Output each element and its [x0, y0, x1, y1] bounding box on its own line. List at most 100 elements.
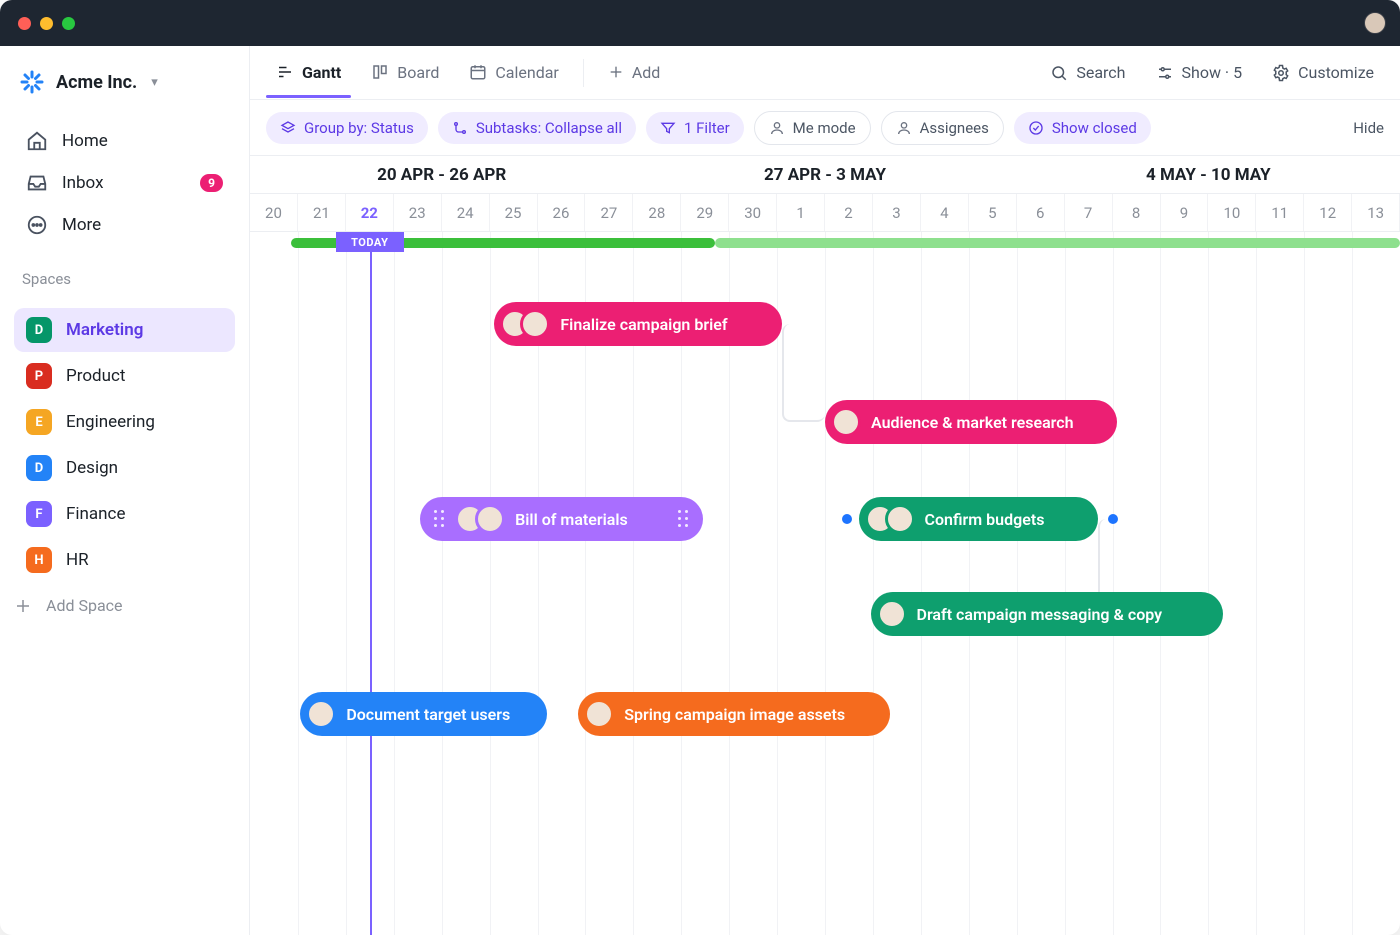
dependency-endpoint-icon[interactable] [1108, 514, 1118, 524]
grid-line [969, 232, 970, 935]
sliders-icon [1156, 64, 1174, 82]
day-header[interactable]: 28 [633, 194, 681, 231]
pill-label: Assignees [920, 119, 989, 137]
day-header[interactable]: 11 [1256, 194, 1304, 231]
search-button[interactable]: Search [1044, 57, 1131, 88]
drag-handle-icon[interactable] [678, 510, 689, 528]
assignee-avatars[interactable] [877, 599, 907, 629]
day-header[interactable]: 12 [1304, 194, 1352, 231]
task-bar[interactable]: Bill of materials [420, 497, 703, 541]
space-label: Finance [66, 504, 125, 524]
day-header[interactable]: 9 [1161, 194, 1209, 231]
day-header[interactable]: 7 [1065, 194, 1113, 231]
day-header[interactable]: 4 [921, 194, 969, 231]
assignee-avatars[interactable] [831, 407, 861, 437]
plus-icon [14, 597, 32, 615]
customize-label: Customize [1298, 63, 1374, 82]
avatar [520, 309, 550, 339]
add-space-button[interactable]: Add Space [0, 584, 249, 627]
sidebar: Acme Inc. ▾ Home Inbox 9 More Spaces [0, 46, 250, 935]
tab-calendar[interactable]: Calendar [463, 49, 564, 97]
close-window-icon[interactable] [18, 17, 31, 30]
avatar [584, 699, 614, 729]
day-header[interactable]: 23 [394, 194, 442, 231]
day-header[interactable]: 22 [346, 194, 394, 231]
day-header[interactable]: 8 [1113, 194, 1161, 231]
day-header[interactable]: 5 [969, 194, 1017, 231]
day-header[interactable]: 21 [298, 194, 346, 231]
sidebar-space-finance[interactable]: FFinance [14, 492, 235, 536]
show-closed-pill[interactable]: Show closed [1014, 112, 1151, 144]
hide-button[interactable]: Hide [1353, 119, 1384, 137]
task-bar[interactable]: Spring campaign image assets [578, 692, 889, 736]
grid-line [1065, 232, 1066, 935]
space-label: Product [66, 366, 125, 386]
grid-line [394, 232, 395, 935]
space-badge-icon: P [26, 363, 52, 389]
assignee-avatars[interactable] [455, 504, 505, 534]
grid-line [921, 232, 922, 935]
day-header[interactable]: 10 [1208, 194, 1256, 231]
assignees-pill[interactable]: Assignees [881, 111, 1004, 145]
customize-button[interactable]: Customize [1266, 57, 1380, 88]
me-mode-pill[interactable]: Me mode [754, 111, 871, 145]
task-bar[interactable]: Document target users [300, 692, 547, 736]
assignee-avatars[interactable] [500, 309, 550, 339]
day-header[interactable]: 20 [250, 194, 298, 231]
day-header[interactable]: 24 [442, 194, 490, 231]
maximize-window-icon[interactable] [62, 17, 75, 30]
sidebar-space-hr[interactable]: HHR [14, 538, 235, 582]
search-icon [1050, 64, 1068, 82]
gantt-canvas[interactable]: Finalize campaign brief Audience & market… [250, 232, 1400, 935]
day-header[interactable]: 13 [1352, 194, 1400, 231]
sidebar-space-product[interactable]: P Product [14, 354, 235, 398]
minimize-window-icon[interactable] [40, 17, 53, 30]
day-header[interactable]: 6 [1017, 194, 1065, 231]
pill-label: Group by: Status [304, 119, 414, 137]
week-header: 27 APR - 3 MAY [633, 156, 1016, 193]
task-bar[interactable]: Confirm budgets [859, 497, 1099, 541]
add-view-button[interactable]: Add [602, 49, 666, 97]
assignee-avatars[interactable] [865, 504, 915, 534]
space-label: Design [66, 458, 118, 478]
user-avatar[interactable] [1364, 12, 1386, 34]
grid-line [1256, 232, 1257, 935]
nav-label: More [62, 215, 101, 235]
avatar [306, 699, 336, 729]
dependency-endpoint-icon[interactable] [842, 514, 852, 524]
avatar [885, 504, 915, 534]
show-button[interactable]: Show · 5 [1150, 57, 1249, 88]
grid-line [1160, 232, 1161, 935]
day-header[interactable]: 1 [777, 194, 825, 231]
workspace-switcher[interactable]: Acme Inc. ▾ [0, 58, 249, 112]
assignee-avatars[interactable] [584, 699, 614, 729]
task-bar[interactable]: Finalize campaign brief [494, 302, 782, 346]
avatar [831, 407, 861, 437]
tab-board[interactable]: Board [365, 49, 445, 97]
drag-handle-icon[interactable] [434, 510, 445, 528]
day-header[interactable]: 29 [681, 194, 729, 231]
filter-pill[interactable]: 1 Filter [646, 112, 744, 144]
titlebar [0, 0, 1400, 46]
task-bar[interactable]: Draft campaign messaging & copy [871, 592, 1223, 636]
day-header[interactable]: 30 [729, 194, 777, 231]
sidebar-space-marketing[interactable]: DMarketing [14, 308, 235, 352]
day-header[interactable]: 27 [585, 194, 633, 231]
subtasks-pill[interactable]: Subtasks: Collapse all [438, 112, 636, 144]
day-header[interactable]: 3 [873, 194, 921, 231]
group-by-pill[interactable]: Group by: Status [266, 112, 428, 144]
tab-gantt[interactable]: Gantt [270, 49, 347, 97]
inbox-icon [26, 172, 48, 194]
nav-home[interactable]: Home [14, 120, 235, 162]
assignee-avatars[interactable] [306, 699, 336, 729]
nav-inbox[interactable]: Inbox 9 [14, 162, 235, 204]
sidebar-space-design[interactable]: DDesign [14, 446, 235, 490]
task-bar[interactable]: Audience & market research [825, 400, 1117, 444]
day-header[interactable]: 26 [538, 194, 586, 231]
sidebar-space-engineering[interactable]: EEngineering [14, 400, 235, 444]
day-header[interactable]: 2 [825, 194, 873, 231]
day-header[interactable]: 25 [490, 194, 538, 231]
nav-more[interactable]: More [14, 204, 235, 246]
grid-line [490, 232, 491, 935]
tab-label: Calendar [495, 63, 558, 82]
